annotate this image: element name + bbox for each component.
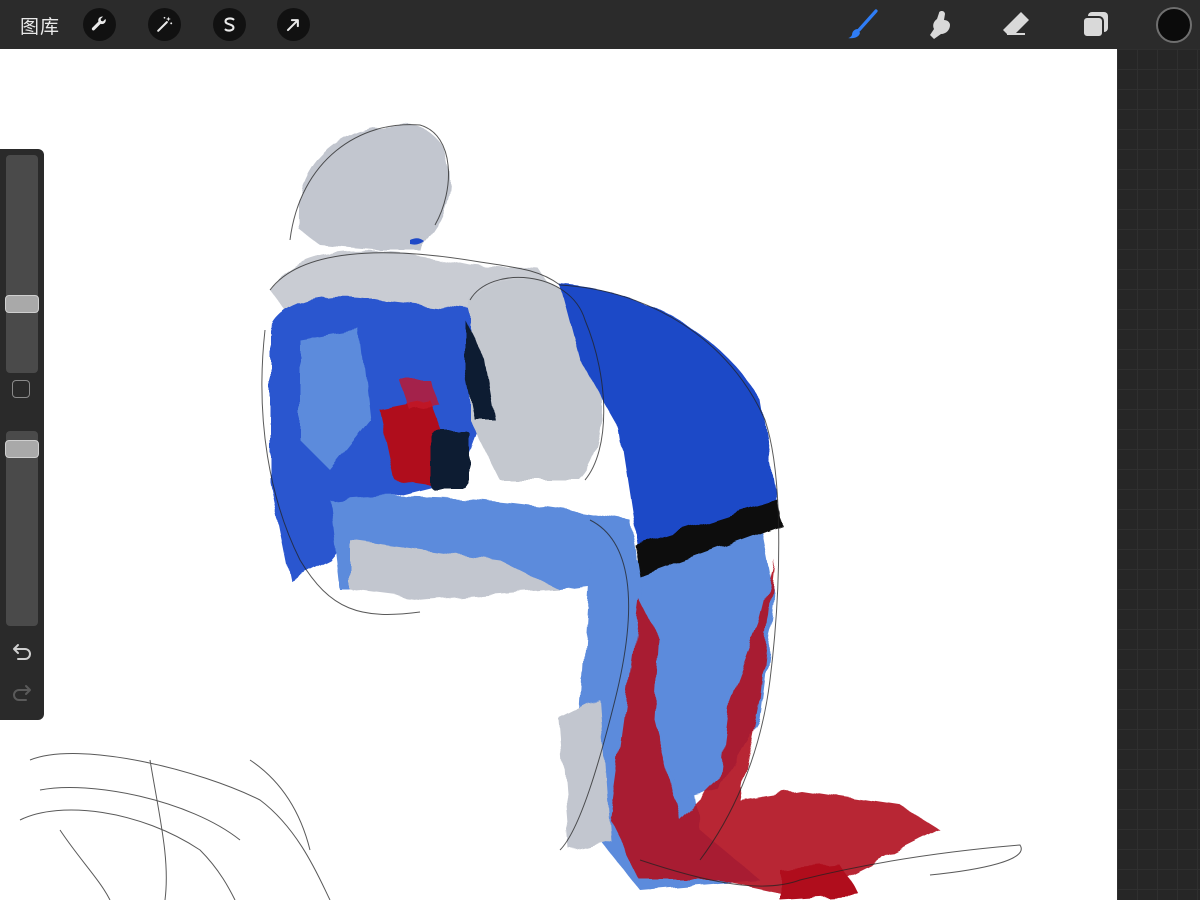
selection-s-icon[interactable] <box>213 8 246 41</box>
arrow-cursor-icon[interactable] <box>277 8 310 41</box>
drawing-canvas[interactable] <box>0 49 1117 900</box>
layers-icon[interactable] <box>1075 5 1115 45</box>
brush-icon[interactable] <box>843 5 883 45</box>
brush-size-thumb[interactable] <box>5 295 39 313</box>
square-modifier-icon[interactable] <box>12 380 30 398</box>
hair-shape <box>298 124 450 250</box>
workspace-background <box>1117 49 1200 900</box>
top-toolbar: 图库 <box>0 0 1200 49</box>
gallery-button[interactable]: 图库 <box>20 12 60 39</box>
left-sidebar <box>0 149 44 720</box>
opacity-slider[interactable] <box>5 431 39 626</box>
artwork-seated-figure <box>19 124 1022 900</box>
redo-icon[interactable] <box>9 684 35 706</box>
undo-icon[interactable] <box>9 643 35 665</box>
current-color-swatch[interactable] <box>1156 7 1192 43</box>
wrench-icon[interactable] <box>83 8 116 41</box>
brush-size-slider[interactable] <box>5 155 39 373</box>
magic-wand-icon[interactable] <box>148 8 181 41</box>
eraser-icon[interactable] <box>996 5 1036 45</box>
smudge-finger-icon[interactable] <box>919 5 959 45</box>
opacity-thumb[interactable] <box>5 440 39 458</box>
